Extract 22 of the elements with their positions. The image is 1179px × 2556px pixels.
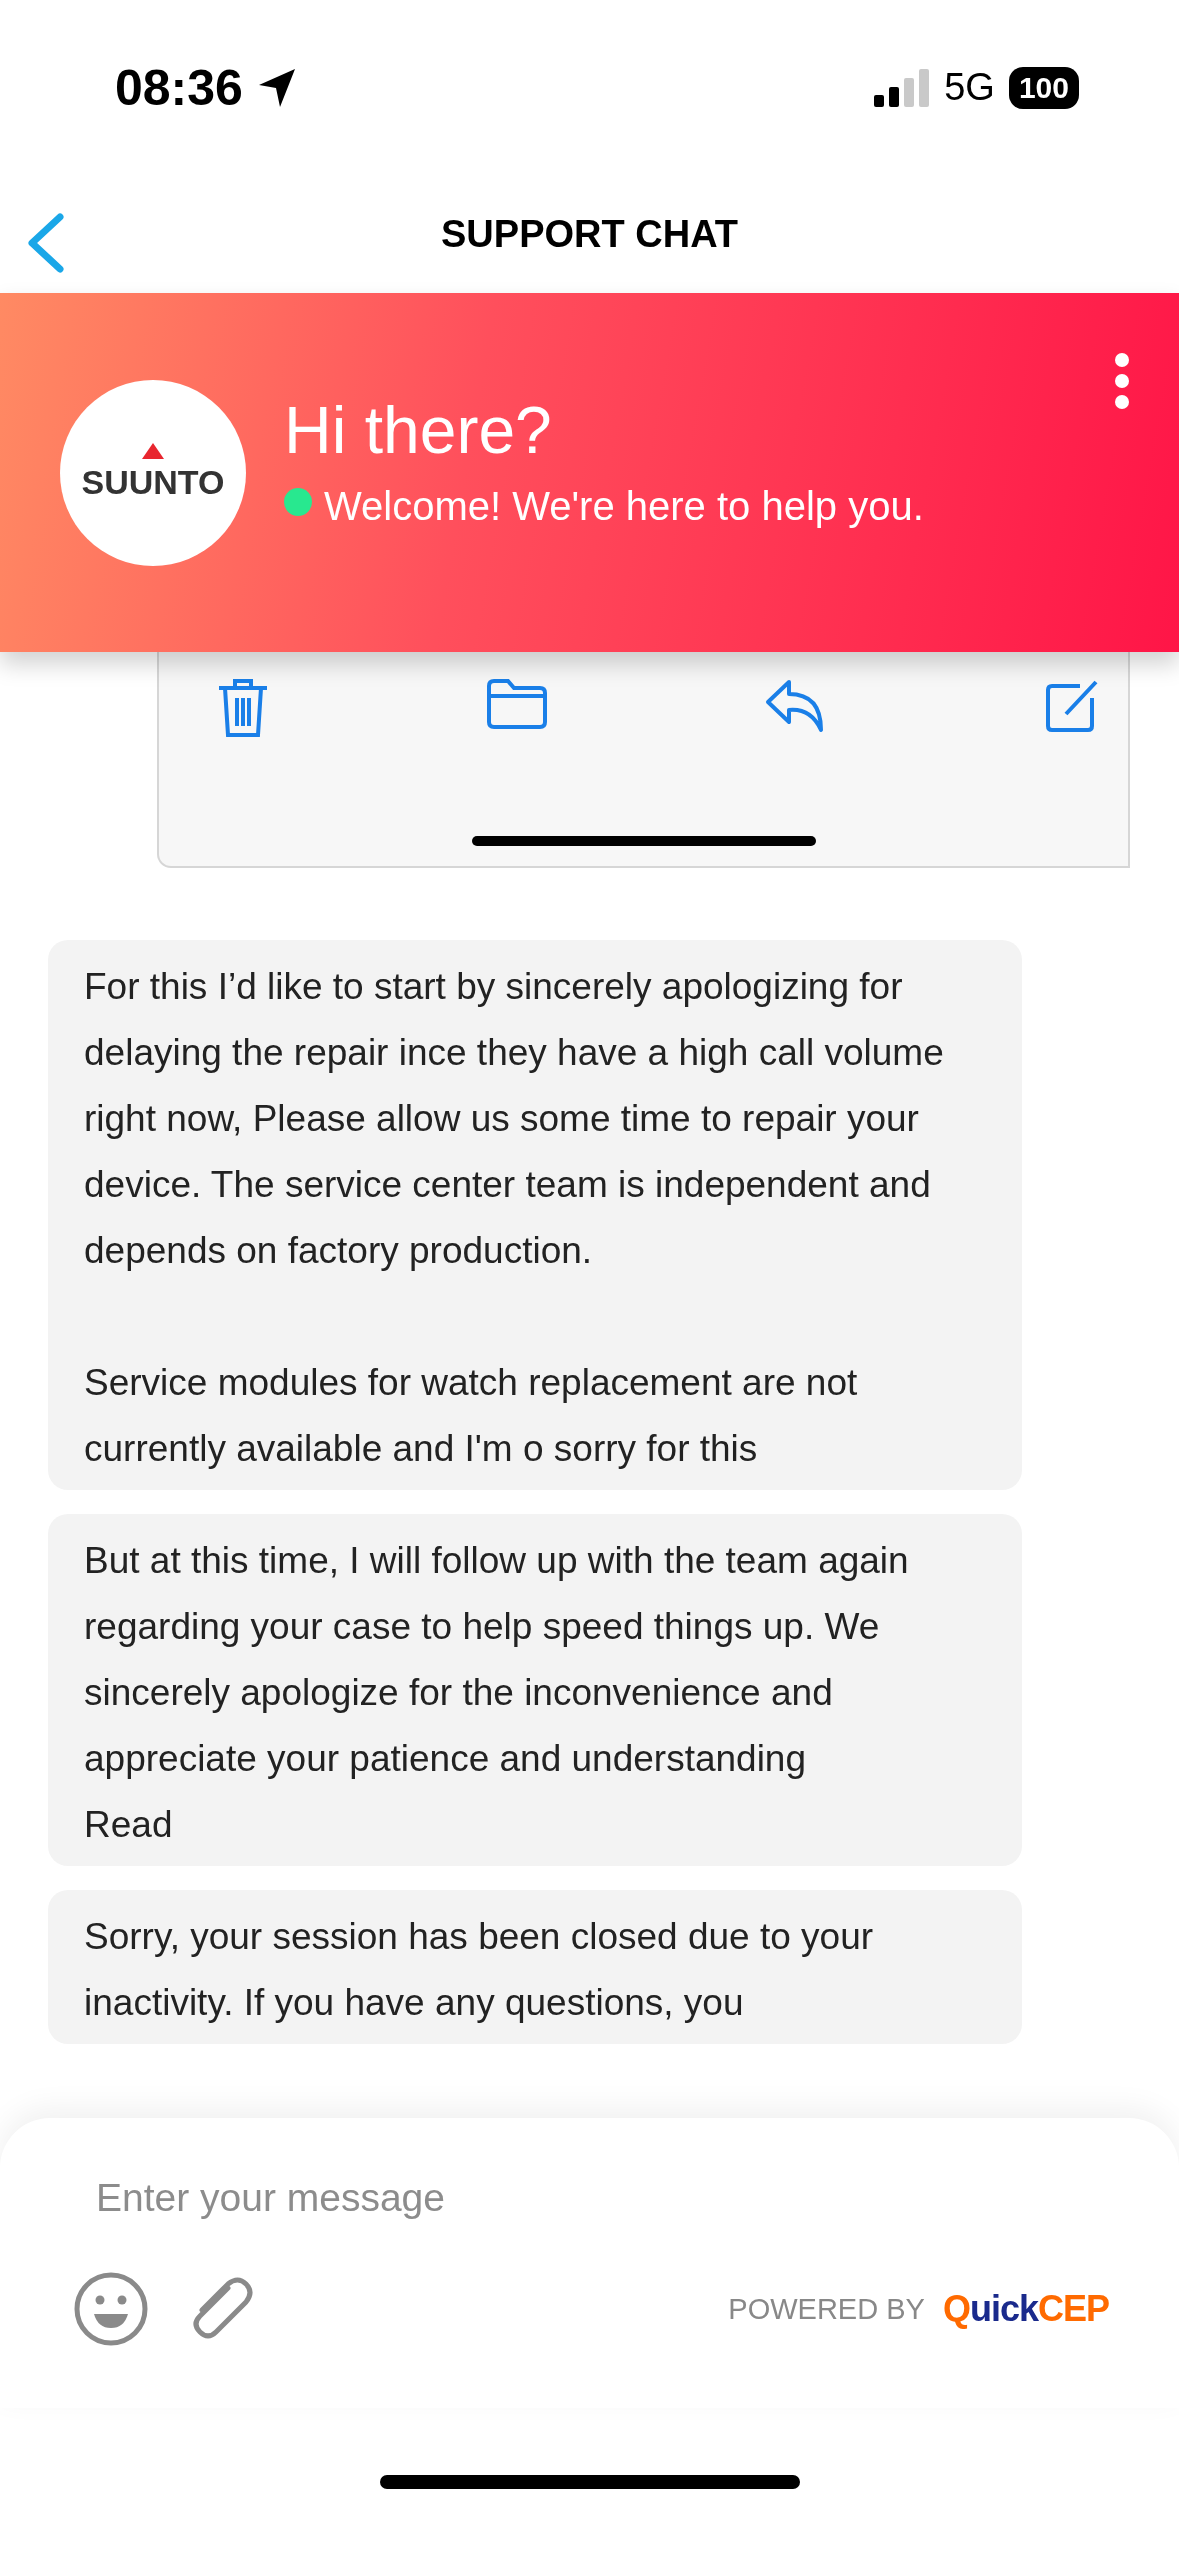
triangle-icon	[142, 443, 164, 459]
signal-icon	[874, 68, 931, 107]
message-text: But at this time, I will follow up with the team again regarding your case to help speed things up. We sincerely apologize for the inconvenience and appreciate your patience and understanding	[84, 1539, 910, 1781]
message-text: Sorry, your session has been closed due to your inactivity. If you have any questions, you	[84, 1915, 875, 2025]
network-type: 5G	[944, 66, 995, 109]
powered-by-label: POWERED BY	[728, 2292, 925, 2326]
welcome-text: Welcome! We're here to help you.	[323, 482, 924, 530]
page-title: SUPPORT CHAT	[441, 212, 738, 256]
read-status: Read	[84, 1803, 174, 1847]
battery-level: 100	[1008, 66, 1079, 109]
header-title: Hi there?	[284, 391, 553, 468]
message-input[interactable]: Enter your message	[74, 2168, 1018, 2228]
status-time: 08:36	[115, 58, 243, 117]
back-icon[interactable]	[26, 213, 66, 273]
message-text: For this I’d like to start by sincerely apologizing for delaying the repair ince they have a high call volume right now, Please allow us some time to repair your device. The service center team is independent and depends on factory production. Service modules for watch replacement are not currently available and I'm o sorry for this	[84, 965, 945, 1471]
quickcep-logo: QuickCEP	[942, 2288, 1109, 2330]
brand-logo: SUUNTO	[81, 463, 225, 502]
compose-icon	[1044, 678, 1100, 734]
more-menu-icon[interactable]	[1115, 353, 1129, 409]
smiley-icon[interactable]	[74, 2272, 148, 2346]
folder-icon	[486, 678, 548, 730]
trash-icon	[217, 678, 269, 738]
